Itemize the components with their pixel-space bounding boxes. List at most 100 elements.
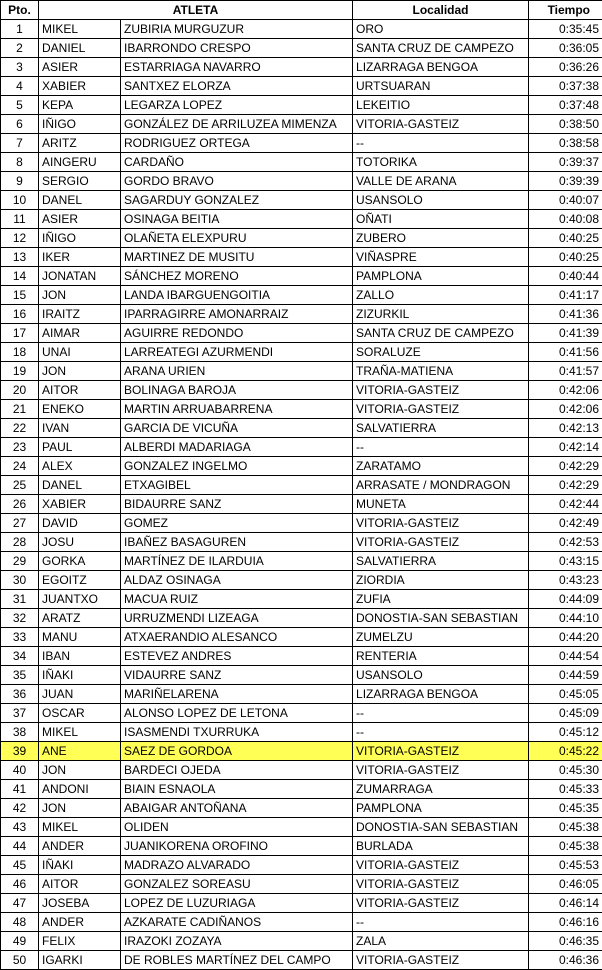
table-row: 23 PAUL ALBERDI MADARIAGA -- 0:42:14 [0,437,602,457]
position-cell: 17 [0,323,39,343]
position-cell: 12 [0,228,39,248]
table-row: 26 XABIER BIDAURRE SANZ MUNETA 0:42:44 [0,494,602,514]
position-cell: 1 [0,19,39,39]
position-cell: 36 [0,684,39,704]
last-name-cell: MARTÍNEZ DE ILARDUIA [119,551,354,571]
table-row: 17 AIMAR AGUIRRE REDONDO SANTA CRUZ DE CAMP… [0,323,602,343]
table-row: 2 DANIEL IBARRONDO CRESPO SANTA CRUZ DE CAM… [0,38,602,58]
time-cell: 0:44:59 [528,665,602,685]
table-row: 25 DANEL ETXAGIBEL ARRASATE / MONDRAGON 0:42… [0,475,602,495]
town-cell: USANSOLO [352,665,530,685]
town-cell: BURLADA [352,836,530,856]
time-cell: 0:45:35 [528,798,602,818]
position-cell: 20 [0,380,39,400]
position-cell: 18 [0,342,39,362]
table-row: 49 FELIX IRAZOKI ZOZAYA ZALA 0:46:35 [0,931,602,951]
position-cell: 10 [0,190,39,210]
table-row: 9 SERGIO GORDO BRAVO VALLE DE ARANA 0:39:39 [0,171,602,191]
last-name-cell: SANTXEZ ELORZA [119,76,354,96]
first-name-cell: UNAI [38,342,121,362]
time-cell: 0:41:17 [528,285,602,305]
first-name-cell: DANEL [38,475,121,495]
position-cell: 25 [0,475,39,495]
position-cell: 47 [0,893,39,913]
position-cell: 44 [0,836,39,856]
first-name-cell: AITOR [38,380,121,400]
last-name-cell: CARDAÑO [119,152,354,172]
table-row: 47 JOSEBA LOPEZ DE LUZURIAGA VITORIA-GASTEI… [0,893,602,913]
town-cell: URTSUARAN [352,76,530,96]
time-cell: 0:37:38 [528,76,602,96]
position-cell: 2 [0,38,39,58]
time-cell: 0:46:05 [528,874,602,894]
first-name-cell: IVAN [38,418,121,438]
position-cell: 7 [0,133,39,153]
first-name-cell: ANDER [38,912,121,932]
table-row: 8 AINGERU CARDAÑO TOTORIKA 0:39:37 [0,152,602,172]
town-cell: ARRASATE / MONDRAGON [352,475,530,495]
time-cell: 0:40:07 [528,190,602,210]
time-cell: 0:45:33 [528,779,602,799]
last-name-cell: BARDECI OJEDA [119,760,354,780]
position-cell: 21 [0,399,39,419]
position-cell: 30 [0,570,39,590]
town-cell: TOTORIKA [352,152,530,172]
table-row: 38 MIKEL ISASMENDI TXURRUKA -- 0:45:12 [0,722,602,742]
town-cell: ZALLO [352,285,530,305]
position-cell: 35 [0,665,39,685]
first-name-cell: JUANTXO [38,589,121,609]
time-cell: 0:45:12 [528,722,602,742]
town-cell: ORO [352,19,530,39]
position-cell: 46 [0,874,39,894]
position-cell: 32 [0,608,39,628]
town-cell: -- [352,912,530,932]
time-cell: 0:44:10 [528,608,602,628]
results-table-body: 1 MIKEL ZUBIRIA MURGUZUR ORO 0:35:45 2 DANIEL I… [0,19,602,970]
time-cell: 0:45:30 [528,760,602,780]
town-cell: ZARATAMO [352,456,530,476]
first-name-cell: PAUL [38,437,121,457]
table-row: 44 ANDER JUANIKORENA OROFINO BURLADA 0:45:38 [0,836,602,856]
town-cell: VIÑASPRE [352,247,530,267]
town-cell: RENTERIA [352,646,530,666]
table-row: 34 IBAN ESTEVEZ ANDRES RENTERIA 0:44:54 [0,646,602,666]
position-cell: 42 [0,798,39,818]
time-cell: 0:42:29 [528,475,602,495]
time-cell: 0:44:54 [528,646,602,666]
time-cell: 0:46:36 [528,950,602,970]
first-name-cell: MANU [38,627,121,647]
first-name-cell: IGARKI [38,950,121,970]
header-row: Pto. ATLETA Localidad Tiempo [0,0,602,20]
table-row: 37 OSCAR ALONSO LOPEZ DE LETONA -- 0:45:09 [0,703,602,723]
last-name-cell: ESTARRIAGA NAVARRO [119,57,354,77]
first-name-cell: ANDER [38,836,121,856]
last-name-cell: BIAIN ESNAOLA [119,779,354,799]
position-cell: 48 [0,912,39,932]
first-name-cell: MIKEL [38,19,121,39]
position-cell: 24 [0,456,39,476]
position-cell: 41 [0,779,39,799]
table-row: 43 MIKEL OLIDEN DONOSTIA-SAN SEBASTIAN 0:45:… [0,817,602,837]
last-name-cell: IPARRAGIRRE AMONARRAIZ [119,304,354,324]
last-name-cell: SÁNCHEZ MORENO [119,266,354,286]
time-cell: 0:45:53 [528,855,602,875]
position-cell: 5 [0,95,39,115]
time-cell: 0:36:05 [528,38,602,58]
time-cell: 0:42:53 [528,532,602,552]
last-name-cell: AGUIRRE REDONDO [119,323,354,343]
table-row: 24 ALEX GONZALEZ INGELMO ZARATAMO 0:42:29 [0,456,602,476]
position-cell: 8 [0,152,39,172]
last-name-cell: BIDAURRE SANZ [119,494,354,514]
town-cell: VITORIA-GASTEIZ [352,399,530,419]
town-cell: PAMPLONA [352,266,530,286]
time-cell: 0:41:39 [528,323,602,343]
town-cell: VALLE DE ARANA [352,171,530,191]
last-name-cell: LANDA IBARGUENGOITIA [119,285,354,305]
first-name-cell: JON [38,760,121,780]
position-cell: 34 [0,646,39,666]
header-town: Localidad [352,0,530,20]
position-cell: 31 [0,589,39,609]
position-cell: 26 [0,494,39,514]
position-cell: 16 [0,304,39,324]
position-cell: 23 [0,437,39,457]
